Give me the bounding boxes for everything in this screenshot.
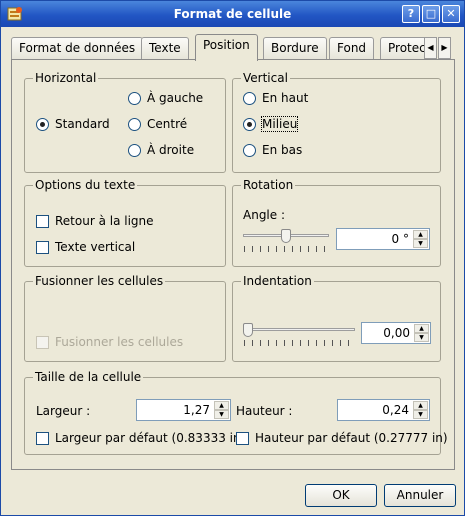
angle-value[interactable]: 0 ° — [392, 232, 409, 246]
text-options-legend: Options du texte — [33, 178, 138, 192]
merge-group: Fusionner les cellules Fusionner les cel… — [24, 274, 226, 362]
default-height-label[interactable]: Hauteur par défaut (0.27777 in) — [255, 431, 448, 445]
radio-en-bas[interactable] — [243, 144, 256, 157]
radio-en-haut[interactable] — [243, 92, 256, 105]
cancel-button[interactable]: Annuler — [384, 484, 456, 507]
tab-scroll-left-icon[interactable]: ◀ — [424, 37, 437, 59]
indentation-up-icon[interactable]: ▲ — [414, 324, 429, 333]
width-value[interactable]: 1,27 — [183, 403, 210, 417]
cell-size-group: Taille de la cellule Largeur : 1,27 ▲ ▼ … — [24, 370, 448, 455]
close-button[interactable]: ✕ — [442, 5, 460, 23]
indentation-slider-track — [243, 328, 355, 331]
radio-a-droite[interactable] — [128, 144, 141, 157]
rotation-group: Rotation Angle : 0 ° ▲ ▼ — [232, 178, 441, 267]
rotation-legend: Rotation — [241, 178, 296, 192]
width-up-icon[interactable]: ▲ — [214, 401, 229, 410]
tab-position[interactable]: Position — [195, 34, 258, 61]
angle-label: Angle : — [243, 208, 286, 222]
vertical-text-label[interactable]: Texte vertical — [55, 240, 135, 254]
default-width-checkbox[interactable] — [36, 432, 49, 445]
radio-standard-label[interactable]: Standard — [55, 117, 110, 131]
height-up-icon[interactable]: ▲ — [413, 401, 428, 410]
radio-centre-label[interactable]: Centré — [147, 117, 187, 131]
angle-spinbox[interactable]: 0 ° ▲ ▼ — [336, 228, 430, 250]
default-width-label[interactable]: Largeur par défaut (0.83333 in) — [55, 431, 245, 445]
radio-a-gauche[interactable] — [128, 92, 141, 105]
radio-milieu-label[interactable]: Milieu — [260, 116, 299, 132]
angle-slider-thumb[interactable] — [281, 229, 291, 243]
angle-slider-ticks — [244, 246, 326, 252]
tab-fond[interactable]: Fond — [329, 37, 375, 60]
default-height-checkbox[interactable] — [236, 432, 249, 445]
height-label: Hauteur : — [236, 404, 293, 418]
radio-standard[interactable] — [36, 118, 49, 131]
indentation-value[interactable]: 0,00 — [383, 326, 410, 340]
window-title: Format de cellule — [173, 7, 292, 21]
tab-scroll-right-icon[interactable]: ▶ — [438, 37, 451, 59]
tab-bar: Format de données Texte Position Bordure… — [11, 34, 455, 61]
angle-slider[interactable] — [243, 229, 331, 253]
radio-centre[interactable] — [128, 118, 141, 131]
indentation-group: Indentation 0,00 ▲ ▼ — [232, 274, 441, 362]
angle-down-icon[interactable]: ▼ — [413, 239, 428, 248]
angle-up-icon[interactable]: ▲ — [413, 230, 428, 239]
indentation-slider-thumb[interactable] — [243, 323, 253, 337]
width-down-icon[interactable]: ▼ — [214, 410, 229, 419]
cell-size-legend: Taille de la cellule — [33, 370, 144, 384]
radio-a-droite-label[interactable]: À droite — [147, 143, 194, 157]
wrap-text-checkbox[interactable] — [36, 215, 49, 228]
indentation-spinbox[interactable]: 0,00 ▲ ▼ — [361, 322, 431, 344]
indentation-slider-ticks — [244, 340, 352, 346]
width-label: Largeur : — [36, 404, 91, 418]
merge-cells-label: Fusionner les cellules — [55, 335, 184, 349]
vertical-group: Vertical En haut Milieu En bas — [232, 71, 441, 173]
radio-milieu[interactable] — [243, 118, 256, 131]
horizontal-group: Horizontal Standard À gauche Centré À dr… — [24, 71, 226, 173]
vertical-legend: Vertical — [241, 71, 290, 85]
width-spinbox[interactable]: 1,27 ▲ ▼ — [136, 399, 231, 421]
tab-bordure[interactable]: Bordure — [263, 37, 327, 60]
indentation-legend: Indentation — [241, 274, 314, 288]
radio-en-haut-label[interactable]: En haut — [262, 91, 308, 105]
wrap-text-label[interactable]: Retour à la ligne — [55, 214, 154, 228]
ok-button[interactable]: OK — [305, 484, 377, 507]
format-cell-dialog: Format de cellule ? □ ✕ Format de donnée… — [0, 0, 465, 516]
tab-format-de-donnees[interactable]: Format de données — [11, 37, 144, 60]
indentation-slider[interactable] — [243, 323, 357, 347]
height-value[interactable]: 0,24 — [382, 403, 409, 417]
height-down-icon[interactable]: ▼ — [413, 410, 428, 419]
tab-panel-position: Horizontal Standard À gauche Centré À dr… — [11, 59, 455, 470]
vertical-text-checkbox[interactable] — [36, 241, 49, 254]
radio-a-gauche-label[interactable]: À gauche — [147, 91, 203, 105]
help-button[interactable]: ? — [402, 5, 420, 23]
merge-cells-checkbox[interactable] — [36, 336, 49, 349]
radio-en-bas-label[interactable]: En bas — [262, 143, 302, 157]
horizontal-legend: Horizontal — [33, 71, 99, 85]
text-options-group: Options du texte Retour à la ligne Texte… — [24, 178, 226, 267]
indentation-down-icon[interactable]: ▼ — [414, 333, 429, 342]
merge-legend: Fusionner les cellules — [33, 274, 166, 288]
title-bar[interactable]: Format de cellule ? □ ✕ — [1, 1, 464, 27]
height-spinbox[interactable]: 0,24 ▲ ▼ — [337, 399, 430, 421]
tab-texte[interactable]: Texte — [141, 37, 189, 60]
maximize-button[interactable]: □ — [422, 5, 440, 23]
